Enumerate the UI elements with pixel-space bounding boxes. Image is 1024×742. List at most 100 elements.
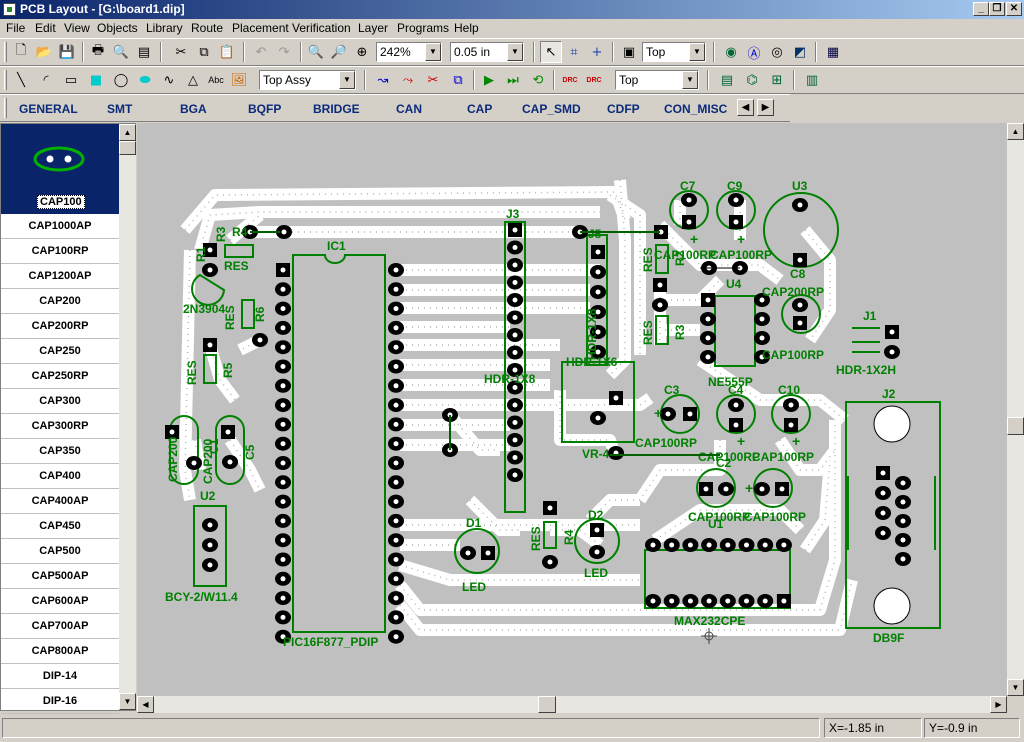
open-folder-icon[interactable]: 📂: [33, 41, 55, 63]
libtab-bqfp[interactable]: BQFP: [248, 102, 281, 116]
menu-objects[interactable]: Objects: [97, 21, 138, 35]
route-layer-combo[interactable]: Top ▼: [615, 70, 699, 90]
page-setup-icon[interactable]: ▤: [133, 41, 155, 63]
arc-icon[interactable]: ◜: [35, 69, 57, 91]
print-preview-icon[interactable]: 🔍: [110, 41, 132, 63]
report-icon[interactable]: ▥: [801, 69, 823, 91]
via-icon[interactable]: ◎: [766, 41, 788, 63]
polyline-icon[interactable]: ∿: [158, 69, 180, 91]
scroll-thumb[interactable]: [538, 696, 556, 713]
rectangle-icon[interactable]: ▭: [60, 69, 82, 91]
measure-icon[interactable]: ⌗: [563, 41, 585, 63]
menu-route[interactable]: Route: [191, 21, 223, 35]
assy-layer-combo[interactable]: Top Assy ▼: [259, 70, 356, 90]
menu-view[interactable]: View: [64, 21, 90, 35]
scroll-thumb[interactable]: [119, 141, 136, 155]
menu-verification[interactable]: Verification: [292, 21, 351, 35]
library-item[interactable]: CAP600AP: [1, 589, 119, 614]
library-item[interactable]: CAP1000AP: [1, 214, 119, 239]
copy-icon[interactable]: ⧉: [193, 41, 215, 63]
menu-file[interactable]: File: [6, 21, 25, 35]
menu-library[interactable]: Library: [146, 21, 183, 35]
library-scrollbar[interactable]: ▲ ▼: [119, 124, 136, 710]
library-item[interactable]: CAP1200AP: [1, 264, 119, 289]
line-icon[interactable]: ╲: [10, 69, 32, 91]
cut-icon[interactable]: ✂: [170, 41, 192, 63]
library-item[interactable]: CAP400AP: [1, 489, 119, 514]
scroll-right-icon[interactable]: ▶: [990, 696, 1007, 713]
undo-icon[interactable]: ↶: [250, 41, 272, 63]
redo-icon[interactable]: ↷: [273, 41, 295, 63]
menu-help[interactable]: Help: [454, 21, 479, 35]
library-item[interactable]: DIP-14: [1, 664, 119, 689]
libtab-cap-smd[interactable]: CAP_SMD: [522, 102, 581, 116]
image-icon[interactable]: 🖼: [228, 69, 250, 91]
library-item[interactable]: CAP250: [1, 339, 119, 364]
pcb-board[interactable]: R4 RES R1 2N3904 R6 RES R3 RES R5 IC1 PIC16F877_PD…: [137, 123, 1007, 696]
autoroute-icon[interactable]: ◩: [789, 41, 811, 63]
delete-trace-icon[interactable]: ✂: [422, 69, 444, 91]
refresh-icon[interactable]: ⟲: [527, 69, 549, 91]
library-item[interactable]: CAP450: [1, 514, 119, 539]
route-a-icon[interactable]: Ⓐ: [743, 41, 765, 63]
scroll-thumb[interactable]: [1007, 417, 1024, 435]
menu-edit[interactable]: Edit: [35, 21, 56, 35]
library-item[interactable]: CAP400: [1, 464, 119, 489]
polygon-icon[interactable]: △: [182, 69, 204, 91]
netlist-icon[interactable]: ⊞: [766, 69, 788, 91]
scroll-up-icon[interactable]: ▲: [119, 124, 136, 141]
scroll-left-icon[interactable]: ◀: [737, 99, 754, 116]
library-item[interactable]: CAP700AP: [1, 614, 119, 639]
scroll-down-icon[interactable]: ▼: [119, 693, 136, 710]
libtab-smt[interactable]: SMT: [107, 102, 132, 116]
libtab-bga[interactable]: BGA: [180, 102, 207, 116]
libtab-can[interactable]: CAN: [396, 102, 422, 116]
libtab-general[interactable]: GENERAL: [19, 102, 78, 116]
run-icon[interactable]: ▶: [478, 69, 500, 91]
grid-combo[interactable]: 0.05 in ▼: [450, 42, 524, 62]
library-item[interactable]: DIP-16: [1, 689, 119, 714]
drc-icon[interactable]: DRC: [559, 69, 581, 91]
library-item[interactable]: CAP350: [1, 439, 119, 464]
select-arrow-icon[interactable]: ↖: [540, 41, 562, 63]
scroll-up-icon[interactable]: ▲: [1007, 123, 1024, 140]
edit-trace-icon[interactable]: ⤳: [397, 69, 419, 91]
layer-combo[interactable]: Top ▼: [642, 42, 706, 62]
zoom-out-icon[interactable]: 🔎: [328, 41, 350, 63]
chevron-down-icon[interactable]: ▼: [425, 43, 441, 61]
canvas-vscrollbar[interactable]: ▲ ▼: [1007, 123, 1024, 696]
library-item[interactable]: CAP500AP: [1, 564, 119, 589]
bom-icon[interactable]: ▤: [716, 69, 738, 91]
library-item[interactable]: CAP300RP: [1, 414, 119, 439]
libtab-bridge[interactable]: BRIDGE: [313, 102, 360, 116]
libtab-cdfp[interactable]: CDFP: [607, 102, 640, 116]
new-file-icon[interactable]: 🗋: [10, 41, 32, 63]
scroll-left-icon[interactable]: ◀: [137, 696, 154, 713]
menu-placement[interactable]: Placement: [232, 21, 289, 35]
paste-icon[interactable]: 📋: [216, 41, 238, 63]
restore-button[interactable]: ❐: [989, 2, 1005, 16]
print-icon[interactable]: 🖶: [87, 41, 109, 63]
scroll-down-icon[interactable]: ▼: [1007, 679, 1024, 696]
chevron-down-icon[interactable]: ▼: [339, 71, 355, 89]
save-icon[interactable]: 💾: [56, 41, 78, 63]
libtab-con-misc[interactable]: CON_MISC: [664, 102, 727, 116]
origin-cross-icon[interactable]: +: [586, 41, 608, 63]
library-item[interactable]: CAP800AP: [1, 639, 119, 664]
component-icon[interactable]: ▣: [618, 41, 640, 63]
text-tool-icon[interactable]: Abc: [205, 69, 227, 91]
libtab-cap[interactable]: CAP: [467, 102, 492, 116]
menu-layer[interactable]: Layer: [358, 21, 388, 35]
filled-rectangle-icon[interactable]: ■: [85, 69, 107, 91]
library-item[interactable]: CAP200RP: [1, 314, 119, 339]
chevron-down-icon[interactable]: ▼: [689, 43, 705, 61]
close-button[interactable]: ✕: [1006, 2, 1022, 16]
route-trace-icon[interactable]: ↝: [372, 69, 394, 91]
drc-settings-icon[interactable]: DRC: [583, 69, 605, 91]
gerber-icon[interactable]: ⌬: [741, 69, 763, 91]
library-item[interactable]: CAP500: [1, 539, 119, 564]
scroll-right-icon[interactable]: ▶: [757, 99, 774, 116]
library-item[interactable]: CAP250RP: [1, 364, 119, 389]
filled-circle-icon[interactable]: ⬬: [134, 69, 156, 91]
circle-icon[interactable]: ◯: [110, 69, 132, 91]
